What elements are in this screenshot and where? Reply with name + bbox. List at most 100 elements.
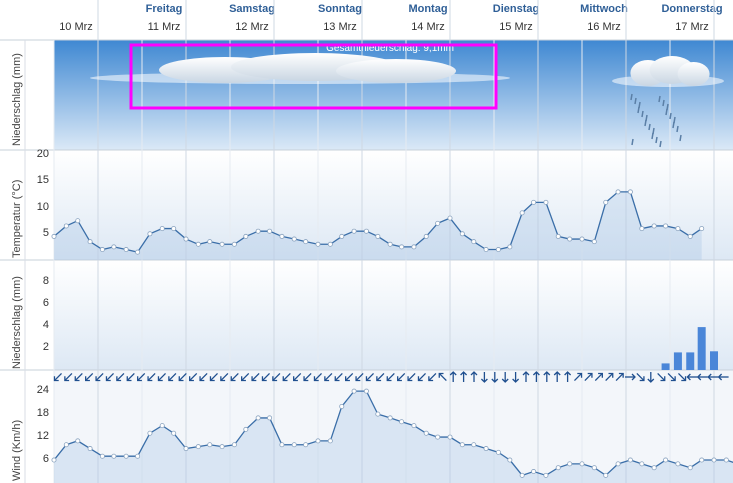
temperature-point: [219, 241, 225, 247]
temperature-tick: 5: [42, 226, 49, 239]
wind-tick: 12: [36, 430, 49, 443]
wind-point: [591, 465, 597, 471]
wind-point: [207, 442, 213, 448]
temperature-point: [87, 239, 93, 245]
temperature-point: [555, 233, 561, 239]
wind-point: [99, 453, 105, 459]
precipitation-bar: [697, 327, 706, 370]
precipitation-tick: 6: [42, 297, 49, 309]
wind-point: [507, 457, 513, 463]
temperature-point: [99, 247, 105, 253]
precipitation-bar: [673, 352, 682, 370]
wind-point: [615, 461, 621, 467]
wind-point: [663, 457, 669, 463]
forecast-svg: Gesamtniederschlag: 9,1mm: [0, 0, 733, 483]
wind-point: [51, 457, 57, 463]
wind-point: [243, 426, 249, 432]
temperature-point: [459, 231, 465, 237]
wind-point: [483, 446, 489, 452]
precipitation-bar: [710, 351, 718, 370]
wind-point: [579, 461, 585, 467]
temperature-point: [435, 220, 441, 226]
wind-point: [675, 461, 681, 467]
temperature-point: [447, 215, 453, 221]
wind-point: [459, 442, 465, 448]
wind-point: [123, 453, 129, 459]
temperature-point: [495, 247, 501, 253]
temperature-point: [207, 239, 213, 245]
wind-point: [699, 457, 705, 463]
temperature-point: [591, 239, 597, 245]
wind-point: [423, 430, 429, 436]
temperature-point: [651, 223, 657, 229]
temperature-point: [639, 226, 645, 232]
wind-point: [327, 438, 333, 444]
temperature-point: [519, 210, 525, 216]
wind-point: [567, 461, 573, 467]
temperature-point: [171, 226, 177, 232]
temperature-point: [543, 199, 549, 205]
wind-point: [339, 403, 345, 409]
wind-point: [159, 423, 165, 429]
precipitation-panel-background: [54, 260, 733, 370]
wind-point: [651, 465, 657, 471]
temperature-point: [315, 241, 321, 247]
temperature-point: [135, 249, 141, 255]
wind-point: [531, 469, 537, 475]
temperature-point: [423, 233, 429, 239]
wind-tick: 6: [42, 453, 49, 466]
temperature-point: [291, 236, 297, 242]
temperature-point: [579, 236, 585, 242]
temperature-point: [531, 199, 537, 205]
wind-point: [471, 442, 477, 448]
wind-point: [315, 438, 321, 444]
temperature-point: [663, 223, 669, 229]
wind-point: [63, 442, 69, 448]
wind-point: [75, 438, 81, 444]
temperature-point: [183, 236, 189, 242]
precipitation-bar: [686, 352, 695, 370]
wind-point: [387, 415, 393, 421]
wind-point: [279, 442, 285, 448]
wind-point: [555, 465, 561, 471]
temperature-point: [483, 247, 489, 253]
temperature-point: [675, 226, 681, 232]
temperature-point: [699, 226, 705, 232]
wind-point: [231, 442, 237, 448]
temperature-point: [471, 239, 477, 245]
temperature-point: [567, 236, 573, 242]
wind-point: [711, 457, 717, 463]
temperature-point: [111, 244, 117, 250]
wind-point: [687, 465, 693, 471]
temperature-point: [147, 231, 153, 237]
temperature-point: [279, 233, 285, 239]
wind-point: [435, 434, 441, 440]
weather-forecast-chart: { "header": { "days": [ {"day": "", "dat…: [0, 0, 733, 483]
temperature-tick: 10: [36, 200, 49, 213]
temperature-point: [603, 199, 609, 205]
wind-point: [411, 423, 417, 429]
temperature-point: [375, 233, 381, 239]
temperature-point: [159, 226, 165, 232]
wind-point: [147, 430, 153, 436]
temperature-point: [507, 244, 513, 250]
temperature-point: [63, 223, 69, 229]
wind-point: [291, 442, 297, 448]
temperature-point: [195, 241, 201, 247]
wind-point: [543, 472, 549, 478]
temperature-point: [267, 228, 273, 234]
temperature-point: [303, 239, 309, 245]
wind-point: [255, 415, 261, 421]
temperature-point: [75, 218, 81, 224]
wind-point: [603, 472, 609, 478]
wind-point: [219, 444, 225, 450]
precipitation-tick: 8: [42, 275, 49, 287]
wind-point: [447, 434, 453, 440]
wind-point: [639, 461, 645, 467]
wind-point: [195, 444, 201, 450]
wind-tick: 24: [36, 384, 49, 397]
temperature-point: [627, 189, 633, 195]
wind-point: [363, 388, 369, 394]
precipitation-tick: 4: [42, 319, 49, 331]
temperature-point: [399, 244, 405, 250]
